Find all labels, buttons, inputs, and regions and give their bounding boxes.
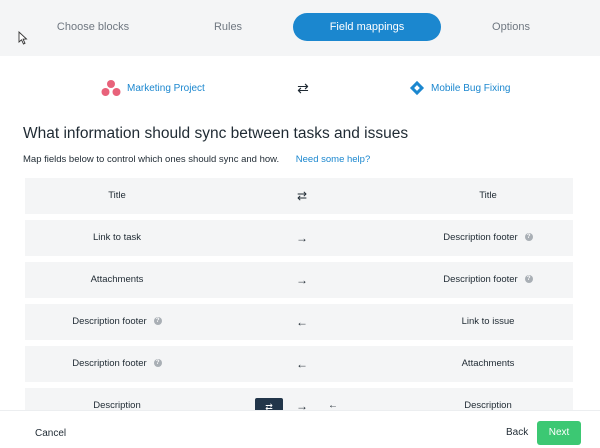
right-arrow-icon[interactable]: → [291,262,313,298]
task-field-label: Description footer [72,316,147,327]
target-project-name: Mobile Bug Fixing [431,82,511,94]
issue-field: Description footer? [396,220,580,256]
tab-field-mappings[interactable]: Field mappings [293,13,441,41]
help-icon[interactable]: ? [153,317,162,326]
help-link[interactable]: Need some help? [296,154,370,165]
footer-bar: Cancel Back Next [0,410,600,448]
mapping-row[interactable]: Description footer? ← Attachments [25,346,573,382]
task-field-label: Attachments [90,274,144,285]
source-project[interactable]: Marketing Project [101,76,205,100]
steps-bar: Choose blocks Rules Field mappings Optio… [0,0,600,56]
issue-field: Description footer? [396,262,580,298]
subtitle-text: Map fields below to control which ones s… [23,154,280,165]
mapping-row[interactable]: Title ⇄ Title [25,178,573,214]
task-field: Attachments [25,262,209,298]
left-arrow-icon[interactable]: ← [291,346,313,382]
task-field: Title [25,178,209,214]
task-field-label: Description footer [72,358,147,369]
mapping-row[interactable]: Attachments → Description footer? [25,262,573,298]
issue-field-label: Description footer [443,274,518,285]
sync-arrows-icon: ⇄ [297,80,309,96]
page-title: What information should sync between tas… [23,125,409,142]
issue-field: Attachments [396,346,580,382]
asana-logo-icon [101,80,121,96]
right-arrow-icon[interactable]: → [291,220,313,256]
help-icon[interactable]: ? [153,359,162,368]
issue-field: Title [396,178,580,214]
tab-options[interactable]: Options [456,13,566,41]
left-arrow-icon[interactable]: ← [291,304,313,340]
help-icon[interactable]: ? [524,233,533,242]
tab-choose-blocks[interactable]: Choose blocks [38,13,148,41]
target-project[interactable]: Mobile Bug Fixing [409,76,510,100]
issue-field: Link to issue [396,304,580,340]
source-project-name: Marketing Project [127,82,205,94]
tab-rules[interactable]: Rules [173,13,283,41]
mouse-cursor-icon [18,31,28,45]
mapping-row[interactable]: Link to task → Description footer? [25,220,573,256]
bidirectional-arrow-icon[interactable]: ⇄ [291,178,313,214]
jira-logo-icon [409,80,425,96]
task-field-label: Link to task [92,232,142,243]
next-button[interactable]: Next [537,421,581,445]
task-field-label: Title [108,190,126,201]
task-field: Link to task [25,220,209,256]
help-icon[interactable]: ? [524,275,533,284]
page-subtitle: Map fields below to control which ones s… [23,154,370,165]
issue-field-label: Title [479,190,497,201]
cancel-button[interactable]: Cancel [35,428,66,439]
mapping-row[interactable]: Description footer? ← Link to issue [25,304,573,340]
task-field: Description footer? [25,346,209,382]
back-button[interactable]: Back [506,427,528,438]
issue-field-label: Attachments [461,358,515,369]
issue-field-label: Description footer [443,232,518,243]
task-field: Description footer? [25,304,209,340]
issue-field-label: Link to issue [461,316,515,327]
